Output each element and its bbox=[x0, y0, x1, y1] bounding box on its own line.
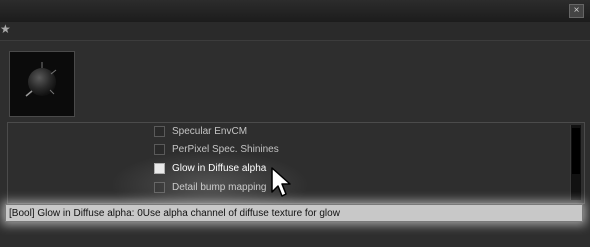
scrollbar[interactable] bbox=[570, 125, 581, 200]
list-item[interactable]: Specular EnvCM bbox=[154, 123, 247, 139]
preview-area bbox=[3, 46, 583, 118]
checkbox[interactable] bbox=[154, 162, 165, 174]
mouse-cursor-icon bbox=[271, 167, 291, 197]
properties-panel: ★ Specular EnvCM PerPixel Spec. Shinines… bbox=[0, 22, 590, 247]
item-label: Glow in Diffuse alpha bbox=[172, 162, 267, 174]
material-preview bbox=[9, 51, 75, 117]
sphere-preview-icon bbox=[25, 62, 57, 97]
checkbox[interactable] bbox=[154, 181, 165, 193]
status-text: [Bool] Glow in Diffuse alpha: 0Use alpha… bbox=[9, 207, 340, 219]
scroll-thumb[interactable] bbox=[572, 128, 580, 174]
toolbar-strip: ★ bbox=[0, 22, 590, 41]
list-item[interactable]: Glow in Diffuse alpha bbox=[154, 160, 266, 176]
pin-icon[interactable]: ★ bbox=[0, 22, 14, 36]
checkbox[interactable] bbox=[154, 143, 165, 155]
status-bar: [Bool] Glow in Diffuse alpha: 0Use alpha… bbox=[5, 204, 583, 222]
item-label: Specular EnvCM bbox=[172, 125, 248, 137]
item-label: PerPixel Spec. Shinines bbox=[172, 143, 279, 155]
item-label: Detail bump mapping bbox=[172, 181, 267, 193]
close-button[interactable]: × bbox=[569, 4, 584, 18]
list-item[interactable]: Detail bump mapping bbox=[154, 179, 267, 195]
checkbox[interactable] bbox=[154, 125, 165, 137]
title-bar: × bbox=[0, 0, 590, 23]
options-list: Specular EnvCM PerPixel Spec. Shinines G… bbox=[7, 122, 585, 204]
list-item[interactable]: PerPixel Spec. Shinines bbox=[154, 141, 279, 157]
